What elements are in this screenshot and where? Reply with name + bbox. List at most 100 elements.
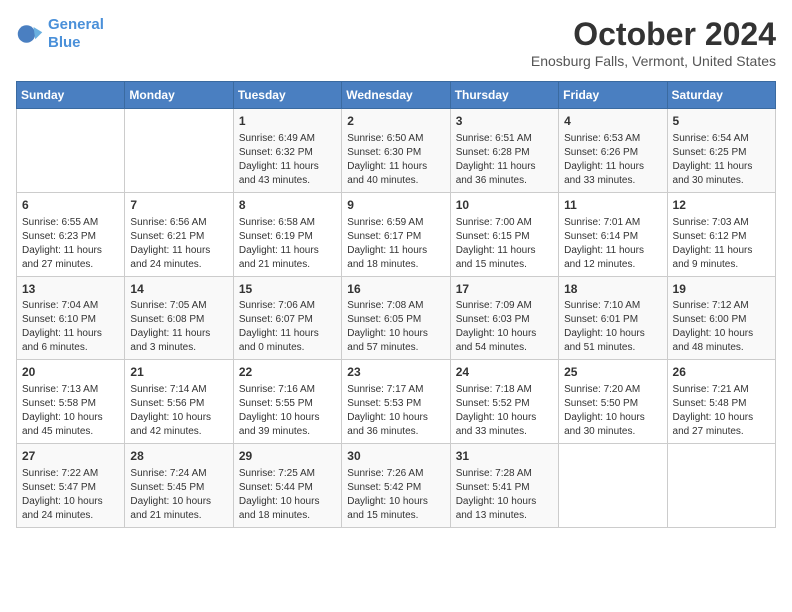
day-detail: Sunrise: 6:58 AM Sunset: 6:19 PM Dayligh…: [239, 216, 336, 272]
day-header-saturday: Saturday: [667, 82, 775, 109]
day-detail: Sunrise: 6:59 AM Sunset: 6:17 PM Dayligh…: [347, 216, 444, 272]
day-detail: Sunrise: 7:28 AM Sunset: 5:41 PM Dayligh…: [456, 467, 553, 523]
day-detail: Sunrise: 7:14 AM Sunset: 5:56 PM Dayligh…: [130, 383, 227, 439]
calendar-cell: [559, 444, 667, 528]
calendar-cell: 5Sunrise: 6:54 AM Sunset: 6:25 PM Daylig…: [667, 109, 775, 193]
day-number: 14: [130, 281, 227, 298]
calendar-cell: 7 Sunrise: 6:56 AM Sunset: 6:21 PM Daylig…: [125, 192, 233, 276]
day-number: 1: [239, 113, 336, 130]
calendar-cell: [17, 109, 125, 193]
calendar-cell: 6 Sunrise: 6:55 AM Sunset: 6:23 PM Daylig…: [17, 192, 125, 276]
logo-text: General Blue: [48, 16, 104, 52]
day-number: 6: [22, 197, 119, 214]
day-detail: Sunrise: 6:49 AM Sunset: 6:32 PM Dayligh…: [239, 132, 336, 188]
day-number: 12: [673, 197, 770, 214]
logo-line2: Blue: [48, 34, 81, 51]
day-number: 18: [564, 281, 661, 298]
calendar-cell: 20 Sunrise: 7:13 AM Sunset: 5:58 PM Dayli…: [17, 360, 125, 444]
day-header-tuesday: Tuesday: [233, 82, 341, 109]
calendar-cell: 26 Sunrise: 7:21 AM Sunset: 5:48 PM Dayli…: [667, 360, 775, 444]
day-detail: Sunrise: 7:01 AM Sunset: 6:14 PM Dayligh…: [564, 216, 661, 272]
calendar-cell: 4 Sunrise: 6:53 AM Sunset: 6:26 PM Daylig…: [559, 109, 667, 193]
calendar-cell: 13Sunrise: 7:04 AM Sunset: 6:10 PM Dayli…: [17, 276, 125, 360]
calendar-cell: 9Sunrise: 6:59 AM Sunset: 6:17 PM Daylig…: [342, 192, 450, 276]
logo-icon: [16, 20, 44, 48]
calendar-cell: 25 Sunrise: 7:20 AM Sunset: 5:50 PM Dayli…: [559, 360, 667, 444]
calendar-cell: 21 Sunrise: 7:14 AM Sunset: 5:56 PM Dayli…: [125, 360, 233, 444]
calendar-cell: 27Sunrise: 7:22 AM Sunset: 5:47 PM Dayli…: [17, 444, 125, 528]
day-detail: Sunrise: 7:26 AM Sunset: 5:42 PM Dayligh…: [347, 467, 444, 523]
title-block: October 2024 Enosburg Falls, Vermont, Un…: [531, 16, 776, 69]
day-number: 29: [239, 448, 336, 465]
calendar-cell: [125, 109, 233, 193]
calendar-cell: 24Sunrise: 7:18 AM Sunset: 5:52 PM Dayli…: [450, 360, 558, 444]
logo-line1: General: [48, 16, 104, 33]
day-number: 11: [564, 197, 661, 214]
calendar-cell: 14Sunrise: 7:05 AM Sunset: 6:08 PM Dayli…: [125, 276, 233, 360]
calendar-cell: 12Sunrise: 7:03 AM Sunset: 6:12 PM Dayli…: [667, 192, 775, 276]
day-number: 23: [347, 364, 444, 381]
calendar-cell: 2 Sunrise: 6:50 AM Sunset: 6:30 PM Daylig…: [342, 109, 450, 193]
calendar-cell: [667, 444, 775, 528]
day-detail: Sunrise: 7:24 AM Sunset: 5:45 PM Dayligh…: [130, 467, 227, 523]
day-number: 19: [673, 281, 770, 298]
day-header-thursday: Thursday: [450, 82, 558, 109]
calendar-cell: 29Sunrise: 7:25 AM Sunset: 5:44 PM Dayli…: [233, 444, 341, 528]
day-header-friday: Friday: [559, 82, 667, 109]
day-detail: Sunrise: 7:18 AM Sunset: 5:52 PM Dayligh…: [456, 383, 553, 439]
day-header-sunday: Sunday: [17, 82, 125, 109]
day-detail: Sunrise: 7:08 AM Sunset: 6:05 PM Dayligh…: [347, 299, 444, 355]
day-number: 30: [347, 448, 444, 465]
day-detail: Sunrise: 7:10 AM Sunset: 6:01 PM Dayligh…: [564, 299, 661, 355]
day-detail: Sunrise: 6:55 AM Sunset: 6:23 PM Dayligh…: [22, 216, 119, 272]
day-number: 2: [347, 113, 444, 130]
day-detail: Sunrise: 7:20 AM Sunset: 5:50 PM Dayligh…: [564, 383, 661, 439]
day-detail: Sunrise: 7:21 AM Sunset: 5:48 PM Dayligh…: [673, 383, 770, 439]
day-detail: Sunrise: 7:00 AM Sunset: 6:15 PM Dayligh…: [456, 216, 553, 272]
day-number: 26: [673, 364, 770, 381]
day-number: 21: [130, 364, 227, 381]
calendar-week-row: 20 Sunrise: 7:13 AM Sunset: 5:58 PM Dayli…: [17, 360, 776, 444]
calendar-cell: 19Sunrise: 7:12 AM Sunset: 6:00 PM Dayli…: [667, 276, 775, 360]
day-number: 10: [456, 197, 553, 214]
calendar-cell: 22Sunrise: 7:16 AM Sunset: 5:55 PM Dayli…: [233, 360, 341, 444]
day-number: 25: [564, 364, 661, 381]
calendar-cell: 16Sunrise: 7:08 AM Sunset: 6:05 PM Dayli…: [342, 276, 450, 360]
day-detail: Sunrise: 7:13 AM Sunset: 5:58 PM Dayligh…: [22, 383, 119, 439]
day-number: 7: [130, 197, 227, 214]
calendar-cell: 10 Sunrise: 7:00 AM Sunset: 6:15 PM Dayli…: [450, 192, 558, 276]
day-header-wednesday: Wednesday: [342, 82, 450, 109]
day-number: 31: [456, 448, 553, 465]
day-detail: Sunrise: 7:17 AM Sunset: 5:53 PM Dayligh…: [347, 383, 444, 439]
day-number: 15: [239, 281, 336, 298]
day-detail: Sunrise: 7:22 AM Sunset: 5:47 PM Dayligh…: [22, 467, 119, 523]
calendar-header-row: SundayMondayTuesdayWednesdayThursdayFrid…: [17, 82, 776, 109]
calendar-cell: 3Sunrise: 6:51 AM Sunset: 6:28 PM Daylig…: [450, 109, 558, 193]
day-number: 16: [347, 281, 444, 298]
calendar-cell: 8 Sunrise: 6:58 AM Sunset: 6:19 PM Daylig…: [233, 192, 341, 276]
day-detail: Sunrise: 6:56 AM Sunset: 6:21 PM Dayligh…: [130, 216, 227, 272]
calendar-week-row: 6 Sunrise: 6:55 AM Sunset: 6:23 PM Daylig…: [17, 192, 776, 276]
calendar-cell: 18Sunrise: 7:10 AM Sunset: 6:01 PM Dayli…: [559, 276, 667, 360]
day-number: 28: [130, 448, 227, 465]
calendar-cell: 31 Sunrise: 7:28 AM Sunset: 5:41 PM Dayli…: [450, 444, 558, 528]
day-number: 8: [239, 197, 336, 214]
day-detail: Sunrise: 7:04 AM Sunset: 6:10 PM Dayligh…: [22, 299, 119, 355]
calendar-cell: 30 Sunrise: 7:26 AM Sunset: 5:42 PM Dayli…: [342, 444, 450, 528]
logo: General Blue: [16, 16, 104, 52]
page-header: General Blue October 2024 Enosburg Falls…: [16, 16, 776, 69]
calendar-table: SundayMondayTuesdayWednesdayThursdayFrid…: [16, 81, 776, 528]
location-title: Enosburg Falls, Vermont, United States: [531, 53, 776, 69]
day-detail: Sunrise: 6:53 AM Sunset: 6:26 PM Dayligh…: [564, 132, 661, 188]
day-number: 22: [239, 364, 336, 381]
day-number: 20: [22, 364, 119, 381]
day-number: 13: [22, 281, 119, 298]
month-title: October 2024: [531, 16, 776, 53]
day-detail: Sunrise: 7:05 AM Sunset: 6:08 PM Dayligh…: [130, 299, 227, 355]
day-detail: Sunrise: 7:06 AM Sunset: 6:07 PM Dayligh…: [239, 299, 336, 355]
day-detail: Sunrise: 7:09 AM Sunset: 6:03 PM Dayligh…: [456, 299, 553, 355]
day-header-monday: Monday: [125, 82, 233, 109]
day-number: 4: [564, 113, 661, 130]
calendar-cell: 23 Sunrise: 7:17 AM Sunset: 5:53 PM Dayli…: [342, 360, 450, 444]
day-detail: Sunrise: 6:50 AM Sunset: 6:30 PM Dayligh…: [347, 132, 444, 188]
